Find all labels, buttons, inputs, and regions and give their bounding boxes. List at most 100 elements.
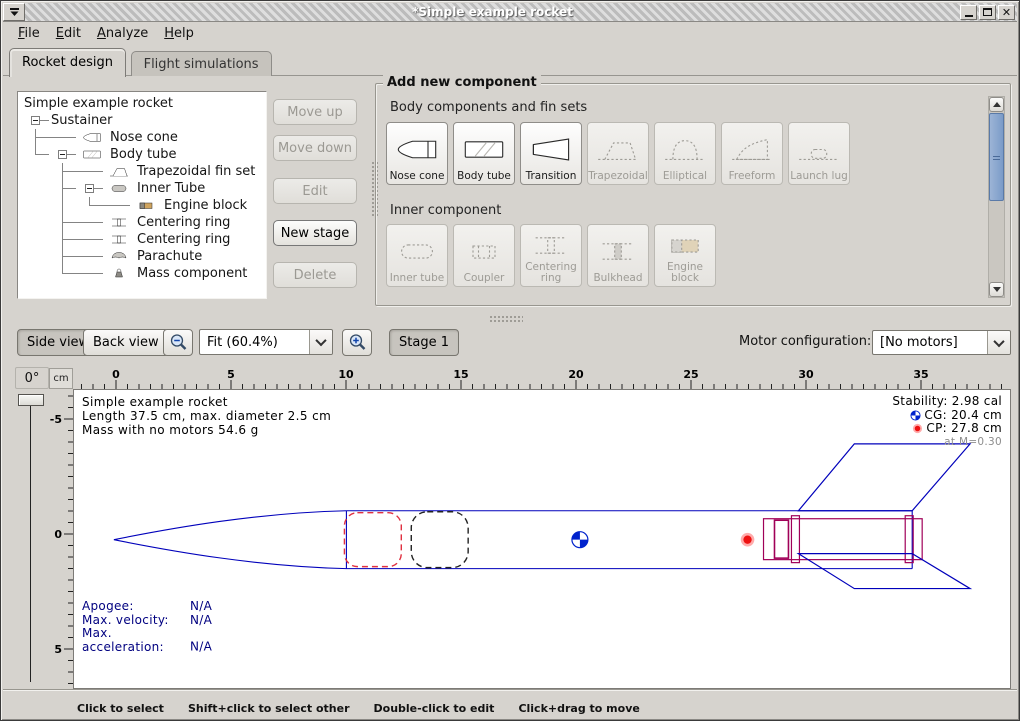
zoom-combo-arrow[interactable] (309, 330, 332, 354)
tree-item-engine-block[interactable]: Engine block (22, 197, 266, 214)
zoom-out-button[interactable] (163, 329, 193, 356)
new-stage-button[interactable]: New stage (273, 220, 357, 246)
tree-item-label: Sustainer (49, 113, 113, 128)
tree-item-label: Trapezoidal fin set (135, 164, 255, 179)
transition-icon (529, 133, 573, 166)
add-coupler-button[interactable]: Coupler (453, 224, 515, 287)
minimize-button[interactable] (960, 5, 977, 20)
tree-item-label: Centering ring (135, 215, 230, 230)
mach-line: at M=0.30 (892, 436, 1002, 450)
zoom-level-combobox[interactable]: Fit (60.4%) (199, 329, 333, 355)
centeringring-icon (104, 215, 134, 230)
scroll-down-button[interactable] (989, 282, 1004, 297)
add-elliptical-button[interactable]: Elliptical (654, 122, 716, 185)
component-tree[interactable]: Simple example rocket Sustainer Nose coneB… (17, 91, 267, 299)
ruler-unit-label: cm (49, 368, 73, 389)
component-button-label: Engine block (656, 262, 714, 284)
menu-help[interactable]: Help (157, 24, 201, 43)
chevron-down-icon (993, 287, 1001, 292)
tree-item-body-tube[interactable]: Body tube (22, 146, 266, 163)
zoom-in-button[interactable] (342, 329, 372, 356)
motor-configuration-label: Motor configuration: (739, 334, 871, 349)
collapse-icon[interactable] (58, 150, 67, 159)
tree-expander[interactable] (49, 146, 76, 163)
maximize-button[interactable] (979, 5, 996, 20)
launchlug-icon (797, 133, 841, 166)
flight-stat-label: Apogee: (82, 600, 190, 614)
menu-edit[interactable]: Edit (49, 24, 88, 43)
parachute-icon (104, 249, 134, 264)
centeringring-tree-icon (103, 215, 135, 231)
add-launch-lug-button[interactable]: Launch lug (788, 122, 850, 185)
scrollbar-thumb[interactable] (989, 113, 1004, 201)
scroll-up-button[interactable] (989, 97, 1004, 112)
motor-configuration-combobox[interactable]: [No motors] (872, 330, 1011, 355)
add-nose-cone-button[interactable]: Nose cone (386, 122, 448, 185)
tree-item-label: Inner Tube (135, 181, 205, 196)
info-line: Simple example rocket (82, 395, 331, 409)
move-down-button[interactable]: Move down (273, 135, 357, 161)
innertube-tree-icon (103, 181, 135, 197)
tab-flight-simulations[interactable]: Flight simulations (131, 51, 272, 76)
delete-button[interactable]: Delete (273, 262, 357, 288)
tree-item-parachute[interactable]: Parachute (22, 248, 266, 265)
menu-file[interactable]: File (11, 24, 47, 43)
tree-item-trapezoidal-fin-set[interactable]: Trapezoidal fin set (22, 163, 266, 180)
component-button-label: Inner tube (390, 273, 444, 284)
tree-expander[interactable] (76, 180, 103, 197)
horizontal-splitter[interactable] (3, 313, 1017, 323)
thumb-grip (993, 156, 1000, 162)
component-button-label: Bulkhead (593, 273, 642, 284)
tree-item-centering-ring[interactable]: Centering ring (22, 231, 266, 248)
collapse-icon[interactable] (31, 116, 40, 125)
rocket-canvas[interactable]: Simple example rocketLength 37.5 cm, max… (73, 389, 1011, 689)
tree-guide (22, 146, 49, 163)
tree-guide (49, 197, 76, 214)
tree-item-sustainer[interactable]: Sustainer (22, 112, 266, 129)
add-body-tube-button[interactable]: Body tube (453, 122, 515, 185)
add-trapezoidal-button[interactable]: Trapezoidal (587, 122, 649, 185)
back-view-button[interactable]: Back view (83, 329, 169, 356)
tree-item-mass-component[interactable]: Mass component (22, 265, 266, 282)
menu-analyze[interactable]: Analyze (90, 24, 155, 43)
close-button[interactable]: ✕ (998, 5, 1015, 20)
tree-expander[interactable] (22, 112, 49, 129)
centeringring-tree-icon (103, 232, 135, 248)
stability-info: Stability: 2.98 cal CG: 20.4 cm CP: 27.8… (892, 395, 1002, 449)
add-bulkhead-button[interactable]: Bulkhead (587, 224, 649, 287)
collapse-icon[interactable] (85, 184, 94, 193)
tree-item-nose-cone[interactable]: Nose cone (22, 129, 266, 146)
tree-item-centering-ring[interactable]: Centering ring (22, 214, 266, 231)
tree-item-label: Simple example rocket (22, 96, 173, 111)
window-menu-button[interactable] (3, 3, 25, 21)
flight-stat-value: N/A (190, 640, 212, 654)
tree-guide (22, 129, 49, 146)
add-inner-tube-button[interactable]: Inner tube (386, 224, 448, 287)
add-centering-ring-button[interactable]: Centering ring (520, 224, 582, 287)
rotation-slider[interactable] (17, 394, 45, 682)
edit-button[interactable]: Edit (273, 178, 357, 204)
add-freeform-button[interactable]: Freeform (721, 122, 783, 185)
freeform-icon (730, 133, 774, 166)
component-button-label: Body tube (457, 171, 511, 182)
component-scrollbar[interactable] (988, 96, 1005, 298)
bodytube-tree-icon (76, 147, 108, 163)
splitter-grip[interactable] (489, 315, 523, 322)
stage-1-button[interactable]: Stage 1 (389, 329, 459, 356)
tree-item-label: Nose cone (108, 130, 178, 145)
motor-combo-arrow[interactable] (987, 331, 1010, 354)
tree-guide (76, 265, 103, 282)
slider-track (30, 398, 31, 682)
tree-item-inner-tube[interactable]: Inner Tube (22, 180, 266, 197)
nosecone-icon (77, 130, 107, 145)
component-button-label: Elliptical (663, 171, 707, 182)
tab-rocket-design[interactable]: Rocket design (9, 48, 126, 77)
add-component-group: Add new component Body components and fi… (375, 83, 1011, 306)
add-transition-button[interactable]: Transition (520, 122, 582, 185)
slider-handle[interactable] (18, 394, 44, 406)
tree-item-simple-example-rocket[interactable]: Simple example rocket (22, 95, 266, 112)
move-up-button[interactable]: Move up (273, 99, 357, 125)
rocket-info-text: Simple example rocketLength 37.5 cm, max… (82, 395, 331, 437)
zoom-level-value: Fit (60.4%) (200, 335, 309, 350)
add-engine-block-button[interactable]: Engine block (654, 224, 716, 287)
